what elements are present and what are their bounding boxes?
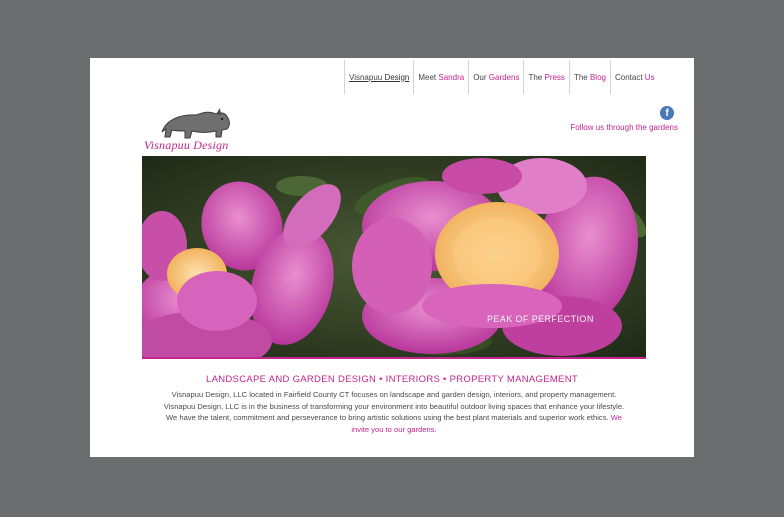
intro-text: Visnapuu Design, LLC located in Fairfiel… <box>163 390 625 422</box>
hero-image <box>142 156 646 357</box>
intro-paragraph: Visnapuu Design, LLC located in Fairfiel… <box>162 389 626 435</box>
facebook-icon[interactable]: f <box>660 106 674 120</box>
follow-link[interactable]: Follow us through the gardens <box>560 123 678 132</box>
peony-photo <box>142 156 646 357</box>
nav-meet-sandra[interactable]: Meet Sandra <box>413 60 468 94</box>
nav-the-press[interactable]: The Press <box>523 60 568 94</box>
nav-contact-us[interactable]: Contact Us <box>609 60 659 94</box>
hero-caption: PEAK OF PERFECTION <box>487 314 594 324</box>
nav-our-gardens[interactable]: Our Gardens <box>468 60 523 94</box>
main-nav: Visnapuu Design Meet Sandra Our Gardens … <box>344 60 659 94</box>
nav-the-blog[interactable]: The Blog <box>568 60 610 94</box>
page-card: Visnapuu Design Visnapuu Design Meet San… <box>90 58 694 457</box>
services-tagline: LANDSCAPE AND GARDEN DESIGN • INTERIORS … <box>206 374 578 385</box>
hero-divider <box>142 357 646 359</box>
nav-visnapuu-design[interactable]: Visnapuu Design <box>344 60 413 94</box>
brand-name[interactable]: Visnapuu Design <box>144 138 264 153</box>
